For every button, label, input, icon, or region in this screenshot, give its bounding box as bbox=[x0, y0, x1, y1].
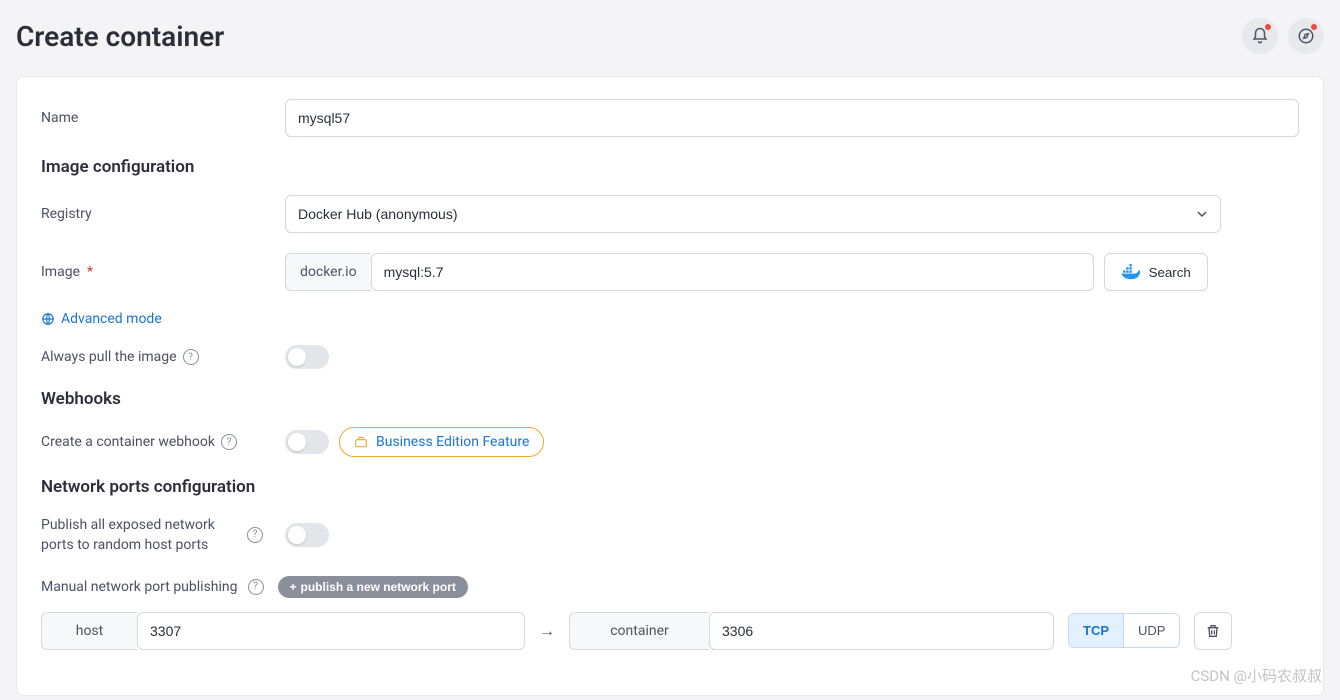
form-panel: Name Image configuration Registry Docker… bbox=[16, 76, 1324, 696]
registry-select[interactable]: Docker Hub (anonymous) bbox=[285, 195, 1221, 233]
help-icon[interactable]: ? bbox=[183, 349, 199, 365]
image-prefix: docker.io bbox=[285, 253, 371, 291]
container-port-label: container bbox=[569, 612, 709, 650]
help-icon[interactable]: ? bbox=[247, 527, 263, 543]
image-input[interactable] bbox=[371, 253, 1094, 291]
container-port-input[interactable] bbox=[709, 612, 1054, 650]
business-edition-badge: Business Edition Feature bbox=[339, 427, 544, 457]
help-icon[interactable]: ? bbox=[221, 434, 237, 450]
notifications-button[interactable] bbox=[1242, 18, 1278, 54]
arrow-right-icon: → bbox=[539, 621, 555, 641]
name-label: Name bbox=[41, 110, 285, 126]
host-port-label: host bbox=[41, 612, 137, 650]
udp-button[interactable]: UDP bbox=[1123, 614, 1179, 647]
webhook-toggle[interactable] bbox=[285, 430, 329, 454]
delete-port-button[interactable] bbox=[1194, 612, 1232, 650]
always-pull-label: Always pull the image ? bbox=[41, 349, 285, 365]
host-port-input[interactable] bbox=[137, 612, 525, 650]
briefcase-icon bbox=[354, 435, 368, 449]
always-pull-toggle[interactable] bbox=[285, 345, 329, 369]
help-icon[interactable]: ? bbox=[248, 579, 264, 595]
registry-label: Registry bbox=[41, 206, 285, 222]
plus-icon: + bbox=[290, 580, 297, 594]
publish-all-label: Publish all exposed network ports to ran… bbox=[41, 515, 285, 556]
image-config-heading: Image configuration bbox=[41, 157, 1299, 177]
globe-icon bbox=[41, 312, 55, 326]
advanced-mode-link[interactable]: Advanced mode bbox=[41, 311, 1299, 327]
docker-icon bbox=[1121, 264, 1141, 280]
name-input[interactable] bbox=[285, 99, 1299, 137]
manual-port-label: Manual network port publishing ? bbox=[41, 579, 264, 595]
publish-all-toggle[interactable] bbox=[285, 523, 329, 547]
image-label: Image* bbox=[41, 264, 285, 280]
help-dot-icon bbox=[1310, 23, 1318, 31]
page-title: Create container bbox=[16, 20, 224, 53]
trash-icon bbox=[1205, 623, 1221, 639]
header-actions bbox=[1242, 18, 1324, 54]
network-ports-heading: Network ports configuration bbox=[41, 477, 1299, 497]
webhook-label: Create a container webhook ? bbox=[41, 434, 285, 450]
search-button[interactable]: Search bbox=[1104, 253, 1208, 291]
help-button[interactable] bbox=[1288, 18, 1324, 54]
port-mapping-row: host → container TCP UDP bbox=[41, 612, 1299, 650]
publish-port-button[interactable]: + publish a new network port bbox=[278, 576, 468, 598]
notification-dot-icon bbox=[1264, 23, 1272, 31]
tcp-button[interactable]: TCP bbox=[1069, 614, 1123, 647]
protocol-segment: TCP UDP bbox=[1068, 613, 1180, 648]
webhooks-heading: Webhooks bbox=[41, 389, 1299, 409]
